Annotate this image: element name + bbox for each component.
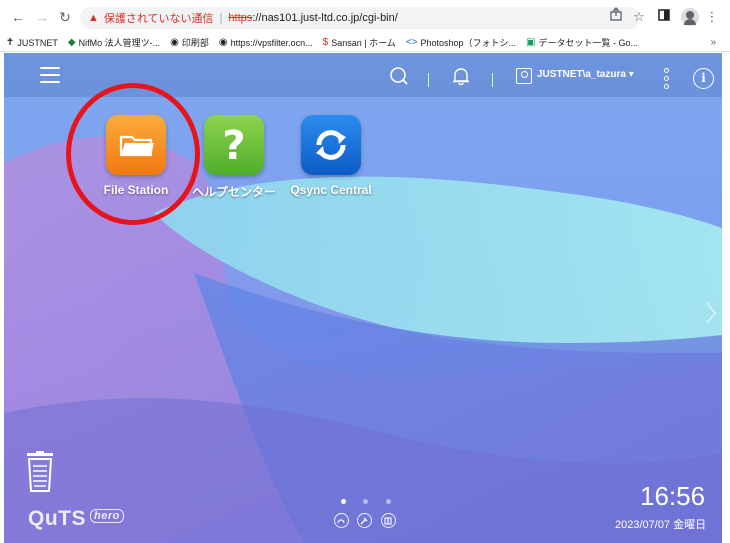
- next-page-arrow-icon[interactable]: [705, 301, 717, 325]
- main-menu-button[interactable]: [40, 67, 60, 85]
- justnet-icon: ✝: [6, 37, 15, 48]
- user-icon[interactable]: [516, 68, 532, 84]
- app-label: ヘルプセンター: [191, 185, 276, 199]
- page-edge: [722, 53, 730, 543]
- bell-icon[interactable]: [450, 65, 472, 87]
- dashboard-icon[interactable]: [334, 513, 349, 528]
- bookmarks-bar: ✝ JUSTNET ◆ NifMo 法人管理ツ-... ◉ 印刷部 ◉ http…: [0, 34, 730, 52]
- tools-icon[interactable]: [357, 513, 372, 528]
- nas-desktop: JUSTNET\a_tazura ▾ i File Station ? ヘルプセ…: [4, 53, 722, 543]
- bookmark-label: Sansan | ホーム: [331, 38, 396, 48]
- share-icon[interactable]: [607, 7, 625, 27]
- logo-edition: hero: [90, 509, 124, 523]
- sidepanel-icon[interactable]: [655, 7, 673, 27]
- app-label: Qsync Central: [290, 183, 372, 197]
- bookmark-photoshop[interactable]: <> Photoshop（フォトシ...: [406, 36, 516, 49]
- sync-icon: [301, 115, 361, 175]
- page-dot[interactable]: [386, 499, 391, 504]
- book-icon[interactable]: [381, 513, 396, 528]
- sansan-icon: $: [322, 37, 329, 48]
- code-icon: <>: [405, 37, 418, 48]
- logo-name: QuTS: [28, 507, 86, 530]
- menu-kebab-icon[interactable]: ⋮: [703, 7, 721, 27]
- user-menu[interactable]: JUSTNET\a_tazura ▾: [537, 69, 634, 80]
- forward-icon[interactable]: →: [32, 7, 52, 27]
- warning-icon: ▲: [88, 12, 99, 24]
- more-bookmarks-button[interactable]: »: [710, 34, 716, 51]
- reload-icon[interactable]: ↻: [55, 7, 75, 27]
- sheet-icon: ▣: [526, 37, 536, 48]
- bookmark-justnet[interactable]: ✝ JUSTNET: [6, 37, 58, 48]
- browser-toolbar: ← → ↻ ▲ 保護されていない通信 | https://nas101.just…: [0, 0, 730, 34]
- globe-icon: ◉: [170, 37, 179, 48]
- page-dot[interactable]: [363, 499, 368, 504]
- bookmark-label: NifMo 法人管理ツ-...: [78, 38, 161, 48]
- bookmark-sansan[interactable]: $ Sansan | ホーム: [323, 36, 396, 49]
- toolbar-divider: [428, 73, 429, 87]
- app-help-center[interactable]: ? ヘルプセンター: [189, 115, 279, 200]
- svg-text:?: ?: [222, 123, 245, 169]
- security-warning: 保護されていない通信: [103, 13, 214, 25]
- trash-icon[interactable]: [23, 451, 57, 493]
- bookmark-label: https://vpsfilter.ocn...: [230, 37, 313, 48]
- star-icon[interactable]: ☆: [630, 7, 648, 27]
- back-icon[interactable]: ←: [8, 7, 28, 27]
- url-text: ://nas101.just-ltd.co.jp/cgi-bin/: [252, 12, 398, 24]
- url-separator: |: [219, 12, 223, 24]
- address-bar[interactable]: ▲ 保護されていない通信 | https://nas101.just-ltd.c…: [80, 7, 640, 29]
- url-scheme: https: [228, 12, 253, 24]
- more-options-icon[interactable]: [664, 68, 670, 92]
- info-icon[interactable]: i: [693, 68, 714, 89]
- globe-icon: ◉: [218, 37, 228, 48]
- toolbar-divider: [492, 73, 493, 87]
- clock-time: 16:56: [640, 481, 706, 511]
- bookmark-nifmo[interactable]: ◆ NifMo 法人管理ツ-...: [68, 36, 160, 49]
- bookmark-label: Photoshop（フォトシ...: [420, 38, 517, 48]
- bookmark-label: 印刷部: [181, 38, 209, 48]
- app-qsync-central[interactable]: Qsync Central: [286, 115, 376, 197]
- search-icon[interactable]: [388, 65, 410, 87]
- clock-date: 2023/07/07 金曜日: [615, 519, 707, 531]
- bookmark-label: データセット一覧 - Go...: [538, 38, 638, 48]
- nifmo-icon: ◆: [67, 37, 76, 48]
- bookmark-vpsfilter[interactable]: ◉ https://vpsfilter.ocn...: [219, 37, 313, 48]
- bookmark-label: JUSTNET: [17, 37, 58, 48]
- bookmark-print[interactable]: ◉ 印刷部: [170, 36, 209, 49]
- quts-hero-logo: QuTS hero: [28, 507, 124, 531]
- page-dot-active[interactable]: [341, 499, 346, 504]
- help-icon: ?: [204, 115, 264, 175]
- profile-icon[interactable]: [681, 8, 699, 26]
- bookmark-dataset[interactable]: ▣ データセット一覧 - Go...: [526, 36, 638, 49]
- highlight-circle: [66, 83, 200, 225]
